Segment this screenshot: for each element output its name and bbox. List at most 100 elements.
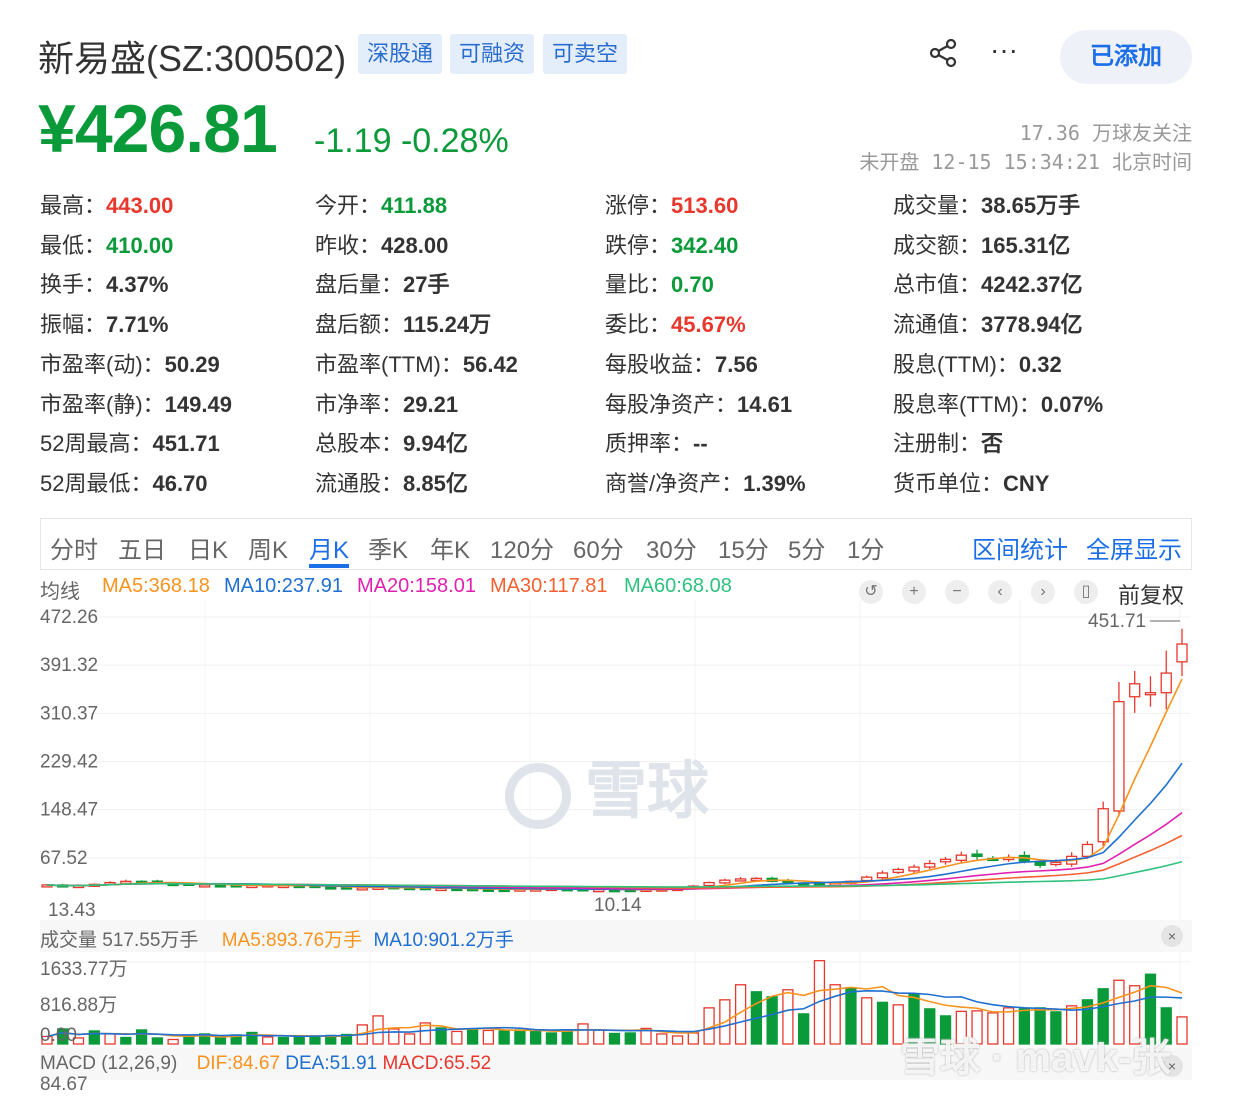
volume-ytick: 0.00 bbox=[40, 1025, 77, 1046]
stat-label: 52周最低： bbox=[40, 470, 153, 496]
volume-bar bbox=[451, 1030, 463, 1045]
stat-value: 46.70 bbox=[152, 470, 208, 496]
stat-label: 流通股： bbox=[315, 470, 404, 496]
tab-period[interactable]: 日K bbox=[188, 530, 228, 565]
tag-short[interactable]: 可卖空 bbox=[543, 34, 628, 74]
volume-bar bbox=[530, 1030, 542, 1045]
tab-period[interactable]: 15分 bbox=[718, 530, 769, 565]
tab-period[interactable]: 年K bbox=[430, 530, 470, 565]
candle bbox=[1160, 672, 1172, 694]
stat-item: 市盈率(TTM)：56.42 bbox=[315, 347, 518, 379]
tab-period[interactable]: 120分 bbox=[490, 530, 554, 565]
volume-bar bbox=[293, 1035, 305, 1045]
price-ytick: 229.42 bbox=[40, 752, 98, 773]
volume-bar bbox=[766, 996, 778, 1045]
stat-label: 量比： bbox=[605, 272, 672, 298]
candle bbox=[1050, 861, 1062, 866]
volume-bar bbox=[687, 1032, 699, 1045]
candle bbox=[1176, 643, 1188, 663]
stat-label: 今开： bbox=[315, 193, 382, 218]
footer-watermark: 雪球 · mavk-张 bbox=[900, 1036, 1172, 1080]
price-change: -1.19 -0.28% bbox=[314, 122, 509, 160]
candle bbox=[908, 866, 920, 872]
candle bbox=[939, 858, 952, 863]
range-stats-button[interactable]: 区间统计 bbox=[972, 530, 1068, 565]
tag-shenguton[interactable]: 深股通 bbox=[358, 34, 443, 74]
kline-chart[interactable]: 472.26 391.32 310.37 229.42 148.47 67.52 451.7… bbox=[0, 600, 1238, 1088]
stat-value: 443.00 bbox=[106, 193, 174, 218]
stat-item: 52周最高：451.71 bbox=[40, 426, 220, 458]
tab-period[interactable]: 60分 bbox=[573, 530, 624, 565]
price-ytick: 310.37 bbox=[40, 703, 98, 724]
tab-period[interactable]: 季K bbox=[368, 530, 408, 565]
tab-period[interactable]: 分时 bbox=[50, 530, 98, 565]
tab-period[interactable]: 五日 bbox=[118, 530, 166, 565]
stat-label: 股息(TTM)： bbox=[893, 351, 1019, 377]
stat-item: 52周最低：46.70 bbox=[40, 466, 208, 498]
stat-item: 注册制：否 bbox=[893, 426, 1003, 458]
volume-bar bbox=[498, 1030, 510, 1045]
stat-label: 每股净资产： bbox=[605, 391, 738, 417]
candle bbox=[356, 887, 368, 891]
watermark: 雪球 bbox=[505, 740, 709, 830]
macd-ytick: 84.67 bbox=[40, 1074, 88, 1095]
volume-bar bbox=[309, 1035, 321, 1045]
stat-label: 盘后额： bbox=[315, 312, 404, 338]
stat-label: 52周最高： bbox=[40, 431, 153, 457]
volume-bar bbox=[104, 1033, 116, 1045]
stat-label: 市盈率(静)： bbox=[40, 391, 165, 417]
stat-value: 27手 bbox=[403, 272, 450, 298]
share-icon[interactable] bbox=[928, 38, 958, 75]
current-price: ¥426.81 bbox=[38, 91, 278, 167]
stat-label: 振幅： bbox=[40, 312, 107, 338]
stat-label: 质押率： bbox=[605, 431, 694, 457]
candle bbox=[876, 872, 889, 879]
watermark-text: 雪球 bbox=[585, 757, 710, 826]
stat-value: 1.39% bbox=[743, 470, 806, 496]
macd-label: MACD (12,26,9) bbox=[40, 1053, 178, 1074]
stat-item: 成交量：38.65万手 bbox=[893, 188, 1080, 220]
volume-bar bbox=[167, 1038, 179, 1045]
volume-bar bbox=[277, 1036, 290, 1045]
added-button[interactable]: 已添加 bbox=[1060, 30, 1192, 84]
max-price-label: 451.71 bbox=[1088, 611, 1146, 632]
tab-period[interactable]: 月K bbox=[309, 530, 349, 565]
stat-label: 货币单位： bbox=[893, 470, 1004, 496]
volume-bar bbox=[183, 1035, 195, 1045]
stat-item: 盘后量：27手 bbox=[315, 267, 450, 299]
more-icon[interactable]: ··· bbox=[990, 34, 1018, 66]
stat-label: 委比： bbox=[605, 312, 672, 338]
stat-label: 市盈率(动)： bbox=[40, 351, 165, 377]
candle bbox=[955, 854, 967, 861]
candle bbox=[198, 884, 211, 888]
followers: 17.36 万球友关注 bbox=[1019, 121, 1192, 145]
stat-label: 昨收： bbox=[315, 232, 382, 258]
fullscreen-button[interactable]: 全屏显示 bbox=[1086, 530, 1182, 565]
tag-margin[interactable]: 可融资 bbox=[450, 34, 535, 74]
volume-bar bbox=[214, 1036, 227, 1045]
candle bbox=[719, 879, 731, 884]
candle bbox=[1129, 683, 1141, 698]
candle bbox=[924, 862, 936, 868]
volume-bar bbox=[577, 1023, 589, 1045]
stat-value: 0.32 bbox=[1018, 351, 1062, 377]
tab-period[interactable]: 周K bbox=[248, 530, 288, 565]
volume-bar bbox=[608, 1032, 621, 1045]
stat-item: 流通股：8.85亿 bbox=[315, 466, 468, 498]
tab-period[interactable]: 1分 bbox=[847, 530, 884, 565]
stat-value: 149.49 bbox=[164, 391, 232, 417]
local-min-label: 10.14 bbox=[594, 895, 642, 916]
stat-item: 商誉/净资产：1.39% bbox=[605, 466, 806, 498]
stat-label: 每股收益： bbox=[605, 351, 716, 377]
volume-bar bbox=[861, 997, 873, 1045]
stat-value: 0.07% bbox=[1040, 391, 1104, 417]
ma30-line bbox=[46, 834, 1183, 889]
candle bbox=[1144, 692, 1157, 696]
tab-period[interactable]: 30分 bbox=[646, 530, 697, 565]
volume-bar bbox=[262, 1036, 274, 1045]
candle bbox=[1113, 700, 1125, 812]
stat-label: 盘后量： bbox=[315, 272, 404, 298]
close-volume-icon[interactable]: × bbox=[1161, 925, 1183, 947]
tab-period[interactable]: 5分 bbox=[788, 530, 825, 565]
stat-label: 注册制： bbox=[893, 431, 982, 457]
